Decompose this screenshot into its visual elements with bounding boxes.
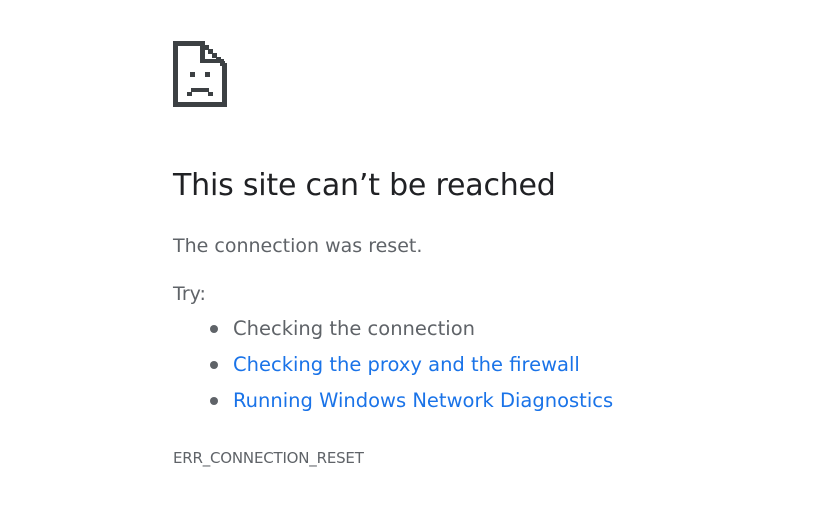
suggestion-check-connection: Checking the connection <box>173 316 613 352</box>
page-title: This site can’t be reached <box>173 168 556 203</box>
suggestion-network-diagnostics: Running Windows Network Diagnostics <box>173 388 613 424</box>
bullet-dot <box>210 361 218 369</box>
suggestion-text: Checking the connection <box>233 317 475 340</box>
bullet-dot <box>210 397 218 405</box>
try-label: Try: <box>173 283 206 305</box>
check-proxy-firewall-link[interactable]: Checking the proxy and the firewall <box>233 353 580 376</box>
sad-document-icon <box>173 41 227 107</box>
suggestion-check-proxy-firewall: Checking the proxy and the firewall <box>173 352 613 388</box>
error-page-content: This site can’t be reached The connectio… <box>173 41 793 467</box>
error-code: ERR_CONNECTION_RESET <box>173 449 364 467</box>
suggestions-list: Checking the connection Checking the pro… <box>173 316 613 424</box>
run-network-diagnostics-link[interactable]: Running Windows Network Diagnostics <box>233 389 613 412</box>
error-summary: The connection was reset. <box>173 235 423 257</box>
bullet-dot <box>210 325 218 333</box>
